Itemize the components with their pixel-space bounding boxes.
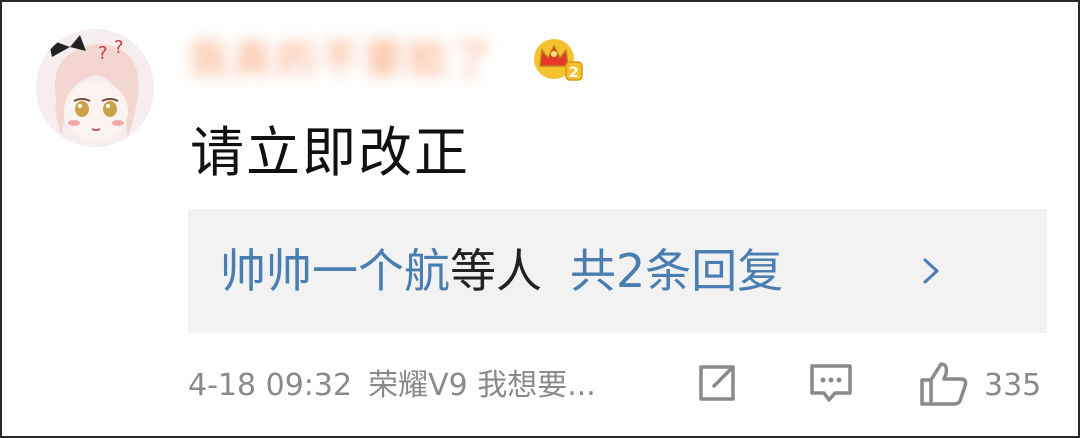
avatar[interactable]: ? ? bbox=[36, 29, 154, 147]
reply-preview[interactable]: 帅帅一个航等人 共2条回复 bbox=[188, 209, 1047, 333]
device-label: 荣耀V9 我想要... bbox=[368, 368, 596, 403]
reply-summary: 帅帅一个航等人 共2条回复 bbox=[220, 239, 783, 303]
comment-card: ? ? 我真的不要脸了 2 请立即改正 帅帅一个航等人 共2条回复 4-18 09… bbox=[0, 0, 1080, 438]
username[interactable]: 我真的不要脸了 bbox=[188, 32, 528, 88]
anime-avatar-icon: ? ? bbox=[36, 29, 154, 147]
comment-icon[interactable] bbox=[808, 360, 854, 406]
svg-text:?: ? bbox=[98, 43, 108, 64]
share-icon[interactable] bbox=[694, 360, 740, 406]
comment-text: 请立即改正 bbox=[190, 121, 470, 184]
reply-others-label: 等人 bbox=[450, 244, 542, 298]
svg-text:2: 2 bbox=[569, 65, 579, 81]
thumbs-up-icon[interactable] bbox=[918, 360, 970, 408]
comment-time: 4-18 09:32 bbox=[188, 368, 353, 403]
crown-level-2-icon: 2 bbox=[532, 36, 584, 82]
like-count: 335 bbox=[984, 368, 1042, 403]
svg-text:?: ? bbox=[114, 37, 124, 58]
chevron-right-icon[interactable] bbox=[916, 255, 946, 287]
reply-count-link[interactable]: 共2条回复 bbox=[570, 244, 783, 298]
comment-meta: 4-18 09:32 荣耀V9 我想要... bbox=[188, 362, 596, 410]
reply-user-link[interactable]: 帅帅一个航 bbox=[220, 244, 450, 298]
